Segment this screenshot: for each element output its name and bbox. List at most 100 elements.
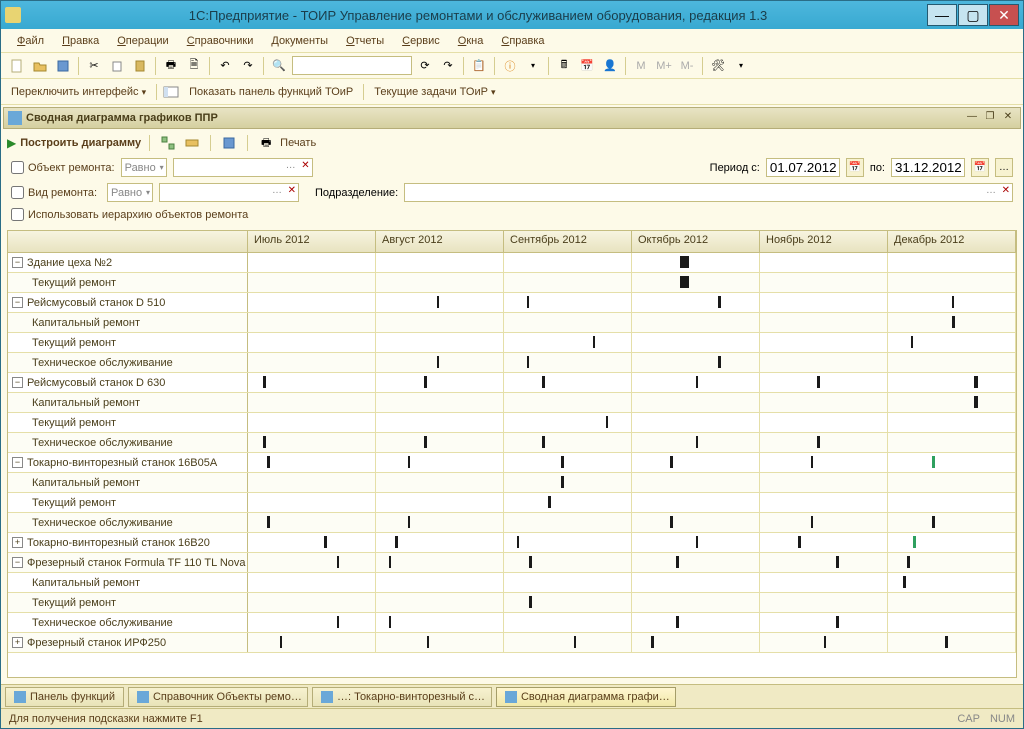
save-diagram-icon[interactable] bbox=[219, 133, 239, 153]
gantt-bar[interactable] bbox=[974, 376, 978, 388]
minimize-button[interactable]: — bbox=[927, 4, 957, 26]
expander-icon[interactable]: − bbox=[12, 557, 23, 568]
gantt-bar[interactable] bbox=[676, 556, 679, 568]
menu-item[interactable]: Справка bbox=[493, 33, 552, 49]
gantt-row[interactable]: Капитальный ремонт bbox=[8, 313, 1016, 333]
user-icon[interactable]: 👤 bbox=[600, 56, 620, 76]
type-filter-label[interactable]: Вид ремонта: bbox=[11, 186, 101, 199]
gantt-bar[interactable] bbox=[676, 616, 679, 628]
subdivision-input[interactable]: …✕ bbox=[404, 183, 1013, 202]
type-op-combo[interactable]: Равно bbox=[107, 183, 153, 202]
collapse-all-icon[interactable] bbox=[182, 133, 202, 153]
gantt-bar[interactable] bbox=[606, 416, 609, 428]
gantt-bar[interactable] bbox=[836, 556, 839, 568]
open-icon[interactable] bbox=[30, 56, 50, 76]
gantt-row[interactable]: Техническое обслуживание bbox=[8, 433, 1016, 453]
show-panel-link[interactable]: Показать панель функций ТОиР bbox=[185, 84, 357, 100]
search-icon[interactable]: 🔍 bbox=[269, 56, 289, 76]
current-tasks-link[interactable]: Текущие задачи ТОиР ▾ bbox=[370, 84, 499, 100]
gantt-row[interactable]: −Фрезерный станок Formula TF 110 TL Nova bbox=[8, 553, 1016, 573]
preview-icon[interactable]: 🗎 bbox=[184, 56, 204, 76]
gantt-bar[interactable] bbox=[696, 376, 699, 388]
print-diagram-icon[interactable]: 🖶 bbox=[256, 133, 276, 153]
expander-icon[interactable]: − bbox=[12, 457, 23, 468]
build-diagram-button[interactable]: Построить диаграмму bbox=[20, 137, 141, 149]
hierarchy-checkbox-label[interactable]: Использовать иерархию объектов ремонта bbox=[11, 208, 248, 221]
expander-icon[interactable]: + bbox=[12, 637, 23, 648]
panel-icon[interactable] bbox=[163, 84, 179, 100]
menu-item[interactable]: Файл bbox=[9, 33, 52, 49]
gantt-bar[interactable] bbox=[952, 316, 956, 328]
gantt-bar[interactable] bbox=[913, 536, 916, 548]
gantt-bar[interactable] bbox=[527, 356, 530, 368]
doc-minimize-icon[interactable]: — bbox=[964, 111, 980, 125]
info-drop-icon[interactable]: ▾ bbox=[523, 56, 543, 76]
gantt-bar[interactable] bbox=[670, 456, 673, 468]
maximize-button[interactable]: ▢ bbox=[958, 4, 988, 26]
paste-icon[interactable] bbox=[130, 56, 150, 76]
gantt-bar[interactable] bbox=[932, 516, 935, 528]
gantt-row[interactable]: Капитальный ремонт bbox=[8, 393, 1016, 413]
gantt-bar[interactable] bbox=[574, 636, 577, 648]
gantt-row[interactable]: Текущий ремонт bbox=[8, 333, 1016, 353]
gantt-bar[interactable] bbox=[696, 436, 699, 448]
gantt-bar[interactable] bbox=[811, 456, 814, 468]
menu-item[interactable]: Операции bbox=[109, 33, 176, 49]
gantt-bar[interactable] bbox=[517, 536, 520, 548]
gantt-bar[interactable] bbox=[952, 296, 955, 308]
object-filter-label[interactable]: Объект ремонта: bbox=[11, 161, 115, 174]
expander-icon[interactable]: + bbox=[12, 537, 23, 548]
clear-icon[interactable]: ✕ bbox=[288, 185, 296, 196]
gantt-bar[interactable] bbox=[529, 596, 532, 608]
date-to-input[interactable] bbox=[891, 158, 965, 177]
copy-icon[interactable] bbox=[107, 56, 127, 76]
print-icon[interactable]: 🖶 bbox=[161, 56, 181, 76]
gantt-bar[interactable] bbox=[337, 556, 340, 568]
menu-item[interactable]: Справочники bbox=[179, 33, 262, 49]
gantt-row[interactable]: +Фрезерный станок ИРФ250 bbox=[8, 633, 1016, 653]
gantt-bar[interactable] bbox=[408, 516, 411, 528]
gantt-row[interactable]: Техническое обслуживание bbox=[8, 613, 1016, 633]
gantt-bar[interactable] bbox=[932, 456, 935, 468]
taskbar-item[interactable]: Панель функций bbox=[5, 687, 124, 707]
doc-close-icon[interactable]: ✕ bbox=[1000, 111, 1016, 125]
clear-icon[interactable]: ✕ bbox=[1002, 185, 1010, 196]
gantt-bar[interactable] bbox=[561, 456, 564, 468]
gantt-bar[interactable] bbox=[817, 436, 820, 448]
search-input[interactable] bbox=[292, 56, 412, 75]
gantt-row[interactable]: Текущий ремонт bbox=[8, 593, 1016, 613]
taskbar-item[interactable]: …: Токарно-винторезный с… bbox=[312, 687, 492, 707]
gantt-bar[interactable] bbox=[408, 456, 411, 468]
gantt-bar[interactable] bbox=[696, 536, 699, 548]
gantt-row[interactable]: Техническое обслуживание bbox=[8, 353, 1016, 373]
taskbar-item[interactable]: Сводная диаграмма графи… bbox=[496, 687, 676, 707]
gantt-bar[interactable] bbox=[424, 376, 427, 388]
gantt-bar[interactable] bbox=[651, 636, 654, 648]
gantt-bar[interactable] bbox=[395, 536, 398, 548]
hierarchy-checkbox[interactable] bbox=[11, 208, 24, 221]
gantt-bar[interactable] bbox=[680, 256, 689, 268]
print-button[interactable]: Печать bbox=[280, 137, 316, 149]
mplus-icon[interactable]: M+ bbox=[654, 56, 674, 76]
gantt-bar[interactable] bbox=[817, 376, 820, 388]
menu-item[interactable]: Отчеты bbox=[338, 33, 392, 49]
object-filter-checkbox[interactable] bbox=[11, 161, 24, 174]
menu-item[interactable]: Окна bbox=[450, 33, 492, 49]
gantt-row[interactable]: −Рейсмусовый станок D 510 bbox=[8, 293, 1016, 313]
gantt-bar[interactable] bbox=[529, 556, 532, 568]
settings-icon[interactable]: 🛠 bbox=[708, 56, 728, 76]
gantt-bar[interactable] bbox=[280, 636, 283, 648]
save-icon[interactable] bbox=[53, 56, 73, 76]
info-icon[interactable]: ⓘ bbox=[500, 56, 520, 76]
date-from-input[interactable] bbox=[766, 158, 840, 177]
settings-drop-icon[interactable]: ▾ bbox=[731, 56, 751, 76]
menu-item[interactable]: Правка bbox=[54, 33, 107, 49]
gantt-bar[interactable] bbox=[437, 296, 440, 308]
clear-icon[interactable]: ✕ bbox=[301, 160, 309, 171]
gantt-bar[interactable] bbox=[263, 376, 266, 388]
gantt-bar[interactable] bbox=[561, 476, 564, 488]
gantt-row[interactable]: Текущий ремонт bbox=[8, 493, 1016, 513]
date-to-calendar-icon[interactable]: 📅 bbox=[971, 158, 989, 177]
gantt-row[interactable]: Текущий ремонт bbox=[8, 273, 1016, 293]
new-doc-icon[interactable] bbox=[7, 56, 27, 76]
